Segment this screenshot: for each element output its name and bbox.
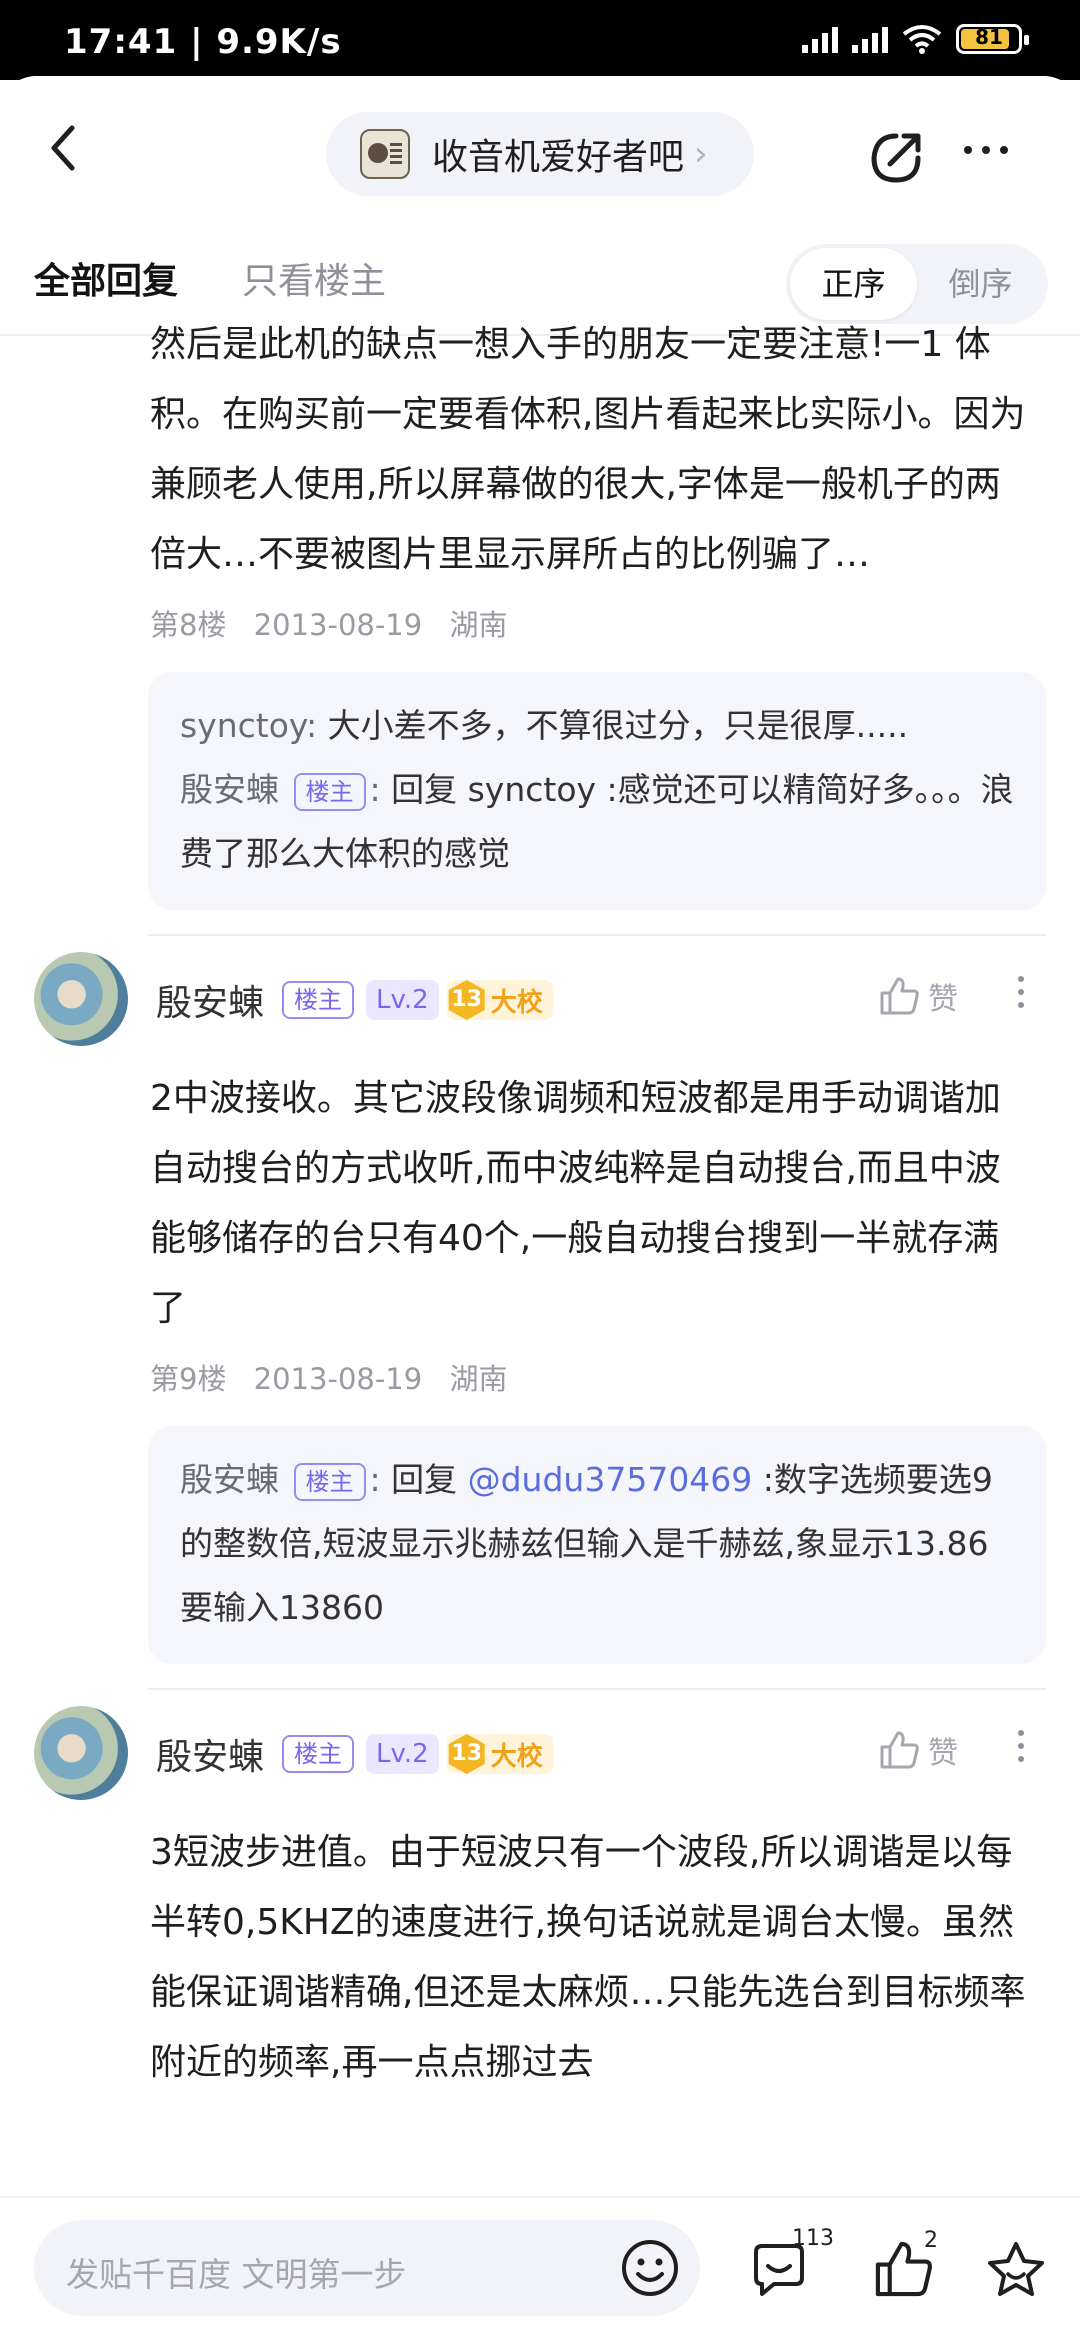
- op-badge: 楼主: [282, 1735, 355, 1773]
- post-floor: 第8楼: [150, 608, 227, 642]
- post-floor-9: 殷安蝀 楼主 Lv.2 13 大校 赞 2中波接收。其它波段像调频和短波都是用手动…: [0, 936, 1080, 1690]
- post-meta: 第8楼 2013-08-19 湖南: [150, 600, 1080, 650]
- like-post-button[interactable]: 2: [872, 2228, 938, 2304]
- level-badge: Lv.2: [366, 980, 439, 1020]
- star-icon: [988, 2242, 1044, 2296]
- signal-icon: [802, 25, 838, 53]
- battery-icon: 81: [956, 24, 1029, 54]
- sub-reply[interactable]: 殷安蝀 楼主: 回复 synctoy :感觉还可以精简好多。。。浪费了那么大体积…: [180, 758, 1016, 886]
- post-text: 2中波接收。其它波段像调频和短波都是用手动调谐加自动搜台的方式收听,而中波纯粹是…: [150, 1078, 1001, 1329]
- emoji-icon[interactable]: [620, 2238, 680, 2298]
- avatar[interactable]: [34, 952, 128, 1046]
- forum-name: 收音机爱好者吧: [432, 137, 685, 178]
- rank-number: 13: [448, 1734, 485, 1774]
- tab-op-only[interactable]: 只看楼主: [242, 252, 386, 304]
- post-text: 3短波步进值。由于短波只有一个波段,所以调谐是以每半转0,5KHZ的速度进行,换…: [150, 1832, 1026, 2083]
- rank-name: 大校: [490, 1741, 543, 1772]
- share-icon[interactable]: [866, 128, 926, 188]
- thumbs-up-icon: [880, 1731, 919, 1769]
- comments-button[interactable]: 113: [748, 2226, 834, 2304]
- sub-reply-user[interactable]: synctoy: [180, 706, 306, 745]
- op-badge: 楼主: [293, 772, 366, 811]
- back-icon[interactable]: [40, 118, 90, 178]
- forum-logo: [360, 129, 410, 179]
- rank-number: 13: [448, 980, 485, 1020]
- op-badge: 楼主: [293, 1462, 366, 1501]
- level-badge: Lv.2: [366, 1734, 439, 1774]
- avatar[interactable]: [34, 1706, 128, 1800]
- wifi-icon: [902, 25, 942, 54]
- sub-reply-user[interactable]: 殷安蝀: [180, 1460, 279, 1499]
- post-list: 然后是此机的缺点一想入手的朋友一定要注意!一1 体积。在购买前一定要看体积,图片…: [0, 324, 1080, 2098]
- post-text: 然后是此机的缺点一想入手的朋友一定要注意!一1 体积。在购买前一定要看体积,图片…: [150, 324, 1026, 575]
- sub-replies[interactable]: 殷安蝀 楼主: 回复 @dudu37570469 :数字选频要选9的整数倍,短波…: [148, 1426, 1046, 1664]
- forum-link[interactable]: 收音机爱好者吧 ›: [326, 112, 754, 196]
- post-meta: 第9楼 2013-08-19 湖南: [150, 1354, 1080, 1404]
- post-floor-10: 殷安蝀 楼主 Lv.2 13 大校 赞 3短波步进值。由于短波只有一个波段,所以调…: [0, 1690, 1080, 2098]
- rank-name: 大校: [490, 987, 543, 1018]
- tab-all-replies[interactable]: 全部回复: [34, 252, 178, 304]
- like-button[interactable]: 赞: [878, 974, 958, 1018]
- bottom-bar: 发贴千百度 文明第一步 113 2: [0, 2196, 1080, 2340]
- post-floor-8: 然后是此机的缺点一想入手的朋友一定要注意!一1 体积。在购买前一定要看体积,图片…: [0, 310, 1080, 936]
- sub-reply-text: 大小差不多，不算很过分，只是很厚.....: [327, 706, 909, 745]
- favorite-button[interactable]: [984, 2238, 1048, 2306]
- reply-placeholder: 发贴千百度 文明第一步: [66, 2255, 407, 2294]
- more-vertical-icon[interactable]: [1018, 1730, 1024, 1762]
- comment-count: 113: [792, 2226, 834, 2251]
- author-name[interactable]: 殷安蝀: [156, 1728, 264, 1780]
- post-location: 湖南: [449, 608, 508, 642]
- post-location: 湖南: [449, 1362, 508, 1396]
- sub-reply[interactable]: synctoy: 大小差不多，不算很过分，只是很厚.....: [180, 694, 1016, 758]
- thumbs-up-icon: [880, 977, 919, 1015]
- signal-icon-2: [852, 25, 888, 53]
- mention-link[interactable]: @dudu37570469: [468, 1460, 753, 1499]
- post-date: 2013-08-19: [253, 608, 423, 642]
- battery-level: 81: [975, 25, 1003, 49]
- status-bar: 17:41 | 9.9K/s 81: [0, 0, 1080, 80]
- top-header: 收音机爱好者吧 › 全部回复 只看楼主 正序 倒序: [0, 76, 1080, 336]
- post-date: 2013-08-19: [253, 1362, 423, 1396]
- sub-reply-user[interactable]: 殷安蝀: [180, 770, 279, 809]
- post-floor: 第9楼: [150, 1362, 227, 1396]
- reply-input[interactable]: 发贴千百度 文明第一步: [34, 2220, 700, 2316]
- rank-badge: 13 大校: [446, 1734, 553, 1774]
- more-options-icon[interactable]: [964, 146, 1008, 154]
- rank-badge: 13 大校: [446, 980, 553, 1020]
- sub-replies[interactable]: synctoy: 大小差不多，不算很过分，只是很厚..... 殷安蝀 楼主: 回…: [148, 672, 1046, 910]
- chevron-right-icon: ›: [694, 134, 708, 174]
- like-count: 2: [924, 2228, 938, 2253]
- sub-reply[interactable]: 殷安蝀 楼主: 回复 @dudu37570469 :数字选频要选9的整数倍,短波…: [180, 1448, 1016, 1640]
- more-vertical-icon[interactable]: [1018, 976, 1024, 1008]
- status-time-speed: 17:41 | 9.9K/s: [64, 22, 342, 62]
- like-label: 赞: [928, 1736, 958, 1771]
- like-label: 赞: [928, 982, 958, 1017]
- like-button[interactable]: 赞: [878, 1728, 958, 1772]
- author-name[interactable]: 殷安蝀: [156, 974, 264, 1026]
- op-badge: 楼主: [282, 981, 355, 1019]
